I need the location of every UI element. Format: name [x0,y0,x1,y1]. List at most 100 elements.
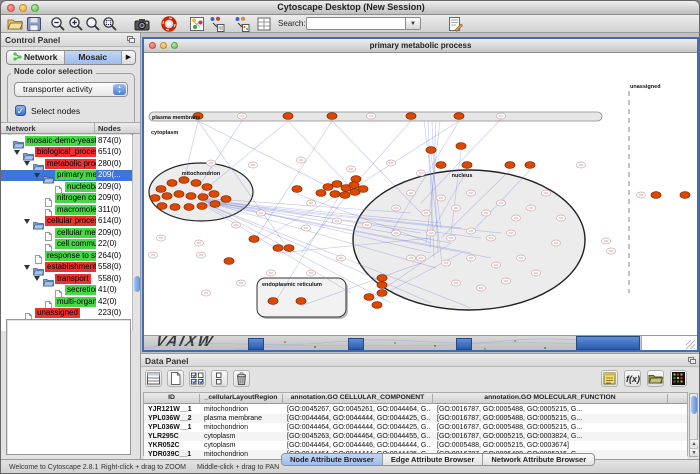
network-node[interactable] [456,143,466,150]
expander-icon[interactable] [24,161,30,166]
resize-grip-icon[interactable] [686,340,695,349]
edit-table-icon[interactable] [256,16,272,32]
network-node[interactable] [436,162,446,169]
new-page-icon[interactable] [167,370,184,387]
select-attributes-icon[interactable] [189,370,206,387]
expander-icon[interactable] [34,173,40,178]
network-node[interactable] [198,194,208,201]
network-node[interactable] [224,258,234,265]
delete-attribute-icon[interactable] [233,370,250,387]
expander-icon[interactable] [24,265,30,270]
table-row[interactable]: YPL036W__2plasma membrane[GO:0044464, GO… [144,414,687,423]
column-header[interactable]: annotation.GO MOLECULAR_FUNCTION [433,394,668,404]
network-node[interactable] [174,191,184,198]
scroll-up-icon[interactable]: ▲ [690,439,698,447]
network-node[interactable] [268,298,278,305]
tree-scrollbar[interactable] [132,135,140,331]
tab-network[interactable]: Network [7,51,65,64]
network-node[interactable] [197,203,207,210]
table-row[interactable]: YJR121W__1mitochondrion[GO:0045267, GO:0… [144,405,687,414]
network-node[interactable] [157,203,167,210]
table-row[interactable]: YPL036W__1mitochondrion[GO:0044464, GO:0… [144,423,687,432]
network-node[interactable] [525,162,535,169]
network-node[interactable] [284,245,294,252]
select-nodes-checkbox[interactable]: ✓ [15,105,26,116]
tab-node-attribute-browser[interactable]: Node Attribute Browser [282,454,383,465]
tree-row[interactable]: nitrogen compo209(0) [1,193,132,205]
save-session-icon[interactable] [26,16,42,32]
network-node[interactable] [377,275,387,282]
network-node[interactable] [377,290,387,297]
data-panel-float-icon[interactable] [688,357,697,365]
zoom-in-icon[interactable] [68,16,84,32]
tree-row[interactable]: primary metabo209(... [1,170,132,182]
float-panel-icon[interactable] [127,36,136,44]
network-node[interactable] [332,181,342,188]
network-node[interactable] [505,162,515,169]
network-node[interactable] [184,204,194,211]
tree-col-nodes[interactable]: Nodes [98,124,121,133]
network-node[interactable] [340,192,350,199]
tab-mosaic[interactable]: Mosaic [65,51,123,64]
network-node[interactable] [221,196,231,203]
search-input[interactable] [306,17,406,30]
attribute-table-icon[interactable] [145,370,162,387]
network-node[interactable] [167,180,177,187]
search-dropdown-icon[interactable]: ▼ [406,17,421,30]
network-node[interactable] [296,298,306,305]
layout-a-icon[interactable] [209,16,225,32]
network-node[interactable] [377,282,387,289]
mosaic-grid-icon[interactable] [189,16,205,32]
network-node[interactable] [150,195,160,202]
table-row[interactable]: YLR295Ccytoplasm[GO:0045263, GO:0044464,… [144,432,687,441]
tree-row[interactable]: cell communicat22(0) [1,239,132,251]
import-attributes-icon[interactable] [647,370,664,387]
notes-icon[interactable] [601,370,618,387]
network-node[interactable] [651,192,661,199]
tree-row[interactable]: establishment of lo558(0) [1,262,132,274]
tree-row[interactable]: secretion41(0) [1,285,132,297]
network-canvas[interactable]: plasma membranecytoplasmmitochondrionnuc… [144,54,697,335]
function-builder-icon[interactable]: f(x) [624,370,641,387]
network-node[interactable] [364,294,374,301]
node-color-dropdown[interactable]: transporter activity ▲▼ [14,82,128,97]
tree-row[interactable]: cellular metabol209(0) [1,227,132,239]
tab-overflow-icon[interactable]: ▶ [122,51,135,64]
network-node[interactable] [292,186,302,193]
network-node[interactable] [680,192,690,199]
column-header[interactable]: ID [144,394,200,404]
expander-icon[interactable] [24,219,30,224]
birdseye-view[interactable] [6,319,131,455]
tab-edge-attribute-browser[interactable]: Edge Attribute Browser [383,454,483,465]
network-node[interactable] [186,193,196,200]
network-node[interactable] [156,186,166,193]
zoom-fit-icon[interactable] [85,16,101,32]
network-node[interactable] [191,180,201,187]
network-node[interactable] [249,236,259,243]
network-node[interactable] [349,182,359,189]
network-node[interactable] [273,245,283,252]
tree-row[interactable]: metabolic process280(0) [1,158,132,170]
tree-row[interactable]: macromolecule311(0) [1,204,132,216]
import-table-icon[interactable] [447,16,463,32]
network-node[interactable] [462,162,472,169]
network-node[interactable] [162,193,172,200]
network-node[interactable] [179,177,189,184]
network-node[interactable] [170,204,180,211]
tree-row[interactable]: biological_process651(0) [1,147,132,159]
title-bar[interactable]: Cytoscape Desktop (New Session) [1,1,700,15]
network-node[interactable] [202,184,212,191]
network-node[interactable] [358,186,368,193]
network-node[interactable] [372,302,382,309]
tree-row[interactable]: response to stimulu264(0) [1,250,132,262]
table-row[interactable]: YKR052Ccytoplasm[GO:0044464, GO:0044446,… [144,441,687,450]
tree-row[interactable]: nucleobase-209(0) [1,181,132,193]
network-node[interactable] [323,184,333,191]
unselect-attributes-icon[interactable] [211,370,228,387]
scroll-down-icon[interactable]: ▼ [690,448,698,456]
network-node[interactable] [330,191,340,198]
network-node[interactable] [454,113,464,120]
heatmap-icon[interactable] [670,370,687,387]
tree-row[interactable]: transport558(0) [1,273,132,285]
table-scrollbar[interactable]: ▲ ▼ [689,393,698,457]
